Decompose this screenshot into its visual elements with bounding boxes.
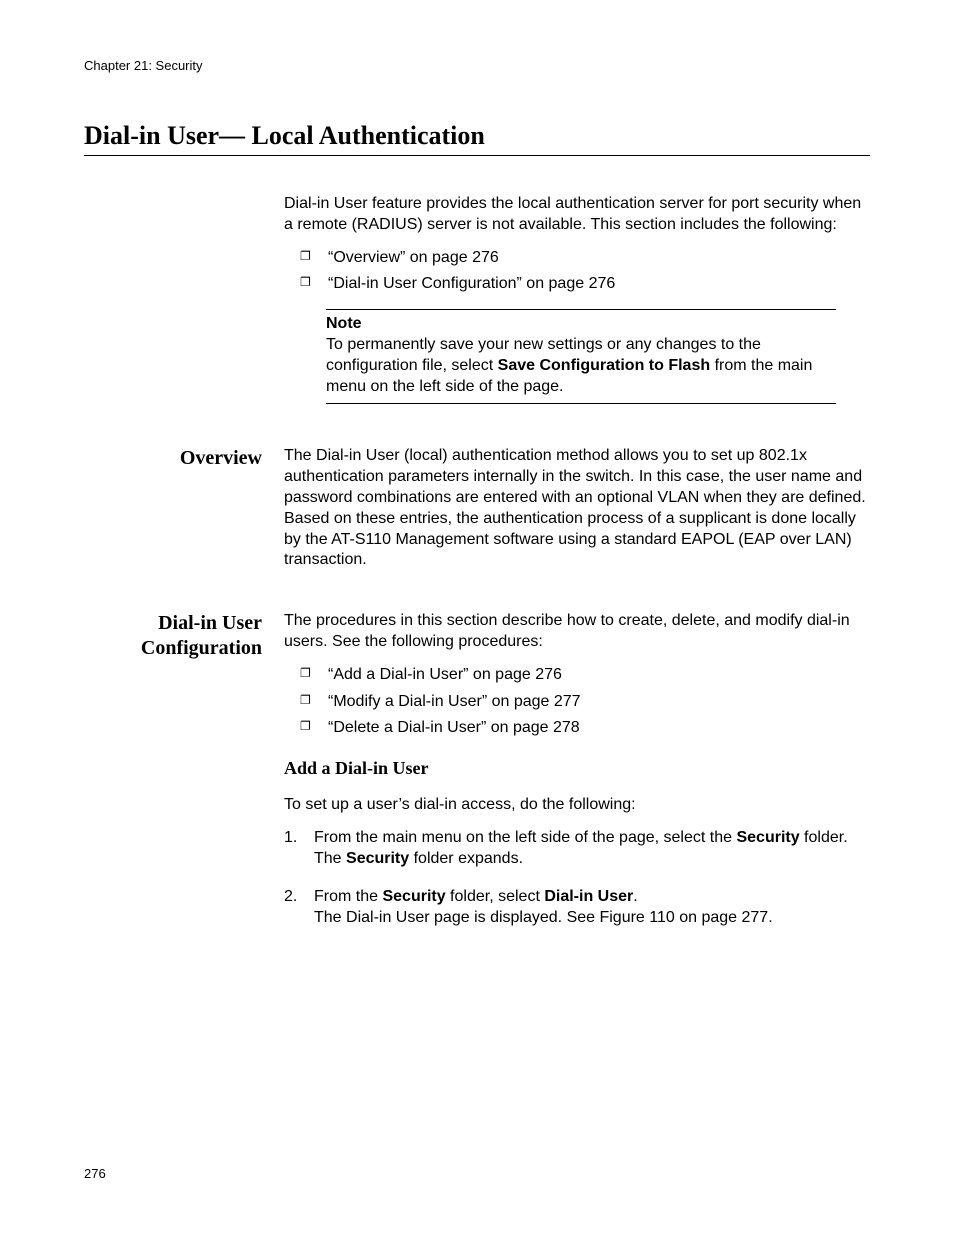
step-text: folder. — [800, 829, 848, 846]
chapter-header: Chapter 21: Security — [84, 58, 870, 73]
overview-side-label: Overview — [84, 446, 284, 583]
add-user-subheading: Add a Dial-in User — [284, 757, 870, 780]
config-side-label: Dial-in User Configuration — [84, 611, 284, 944]
step-bold: Dial-in User — [544, 888, 633, 905]
step-text: From the — [314, 888, 382, 905]
page-number: 276 — [84, 1166, 106, 1181]
step-item: From the main menu on the left side of t… — [284, 827, 870, 869]
overview-paragraph: The Dial-in User (local) authentication … — [284, 446, 870, 571]
add-user-steps: From the main menu on the left side of t… — [284, 827, 870, 927]
config-intro-paragraph: The procedures in this section describe … — [284, 611, 870, 653]
add-user-intro: To set up a user’s dial-in access, do th… — [284, 795, 870, 816]
step-text: folder expands. — [409, 850, 523, 867]
intro-bullet-list: “Overview” on page 276 “Dial-in User Con… — [284, 248, 870, 296]
config-bullet-item: “Modify a Dial-in User” on page 277 — [300, 692, 870, 713]
step-item: From the Security folder, select Dial-in… — [284, 886, 870, 928]
note-box: Note To permanently save your new settin… — [326, 309, 836, 404]
side-label-empty — [84, 194, 284, 436]
note-text: To permanently save your new settings or… — [326, 335, 836, 397]
intro-bullet-item: “Dial-in User Configuration” on page 276 — [300, 274, 870, 295]
step-bold: Security — [346, 850, 409, 867]
note-text-bold: Save Configuration to Flash — [498, 357, 710, 374]
intro-paragraph: Dial-in User feature provides the local … — [284, 194, 870, 236]
intro-bullet-item: “Overview” on page 276 — [300, 248, 870, 269]
step-text: The Dial-in User page is displayed. See … — [314, 909, 773, 926]
step-bold: Security — [382, 888, 445, 905]
config-bullet-item: “Add a Dial-in User” on page 276 — [300, 665, 870, 686]
step-text: The — [314, 850, 346, 867]
step-bold: Security — [736, 829, 799, 846]
page-title: Dial-in User— Local Authentication — [84, 121, 870, 156]
step-text: . — [633, 888, 637, 905]
config-bullet-item: “Delete a Dial-in User” on page 278 — [300, 718, 870, 739]
step-text: From the main menu on the left side of t… — [314, 829, 736, 846]
note-label: Note — [326, 314, 836, 335]
config-bullet-list: “Add a Dial-in User” on page 276 “Modify… — [284, 665, 870, 739]
step-text: folder, select — [446, 888, 545, 905]
